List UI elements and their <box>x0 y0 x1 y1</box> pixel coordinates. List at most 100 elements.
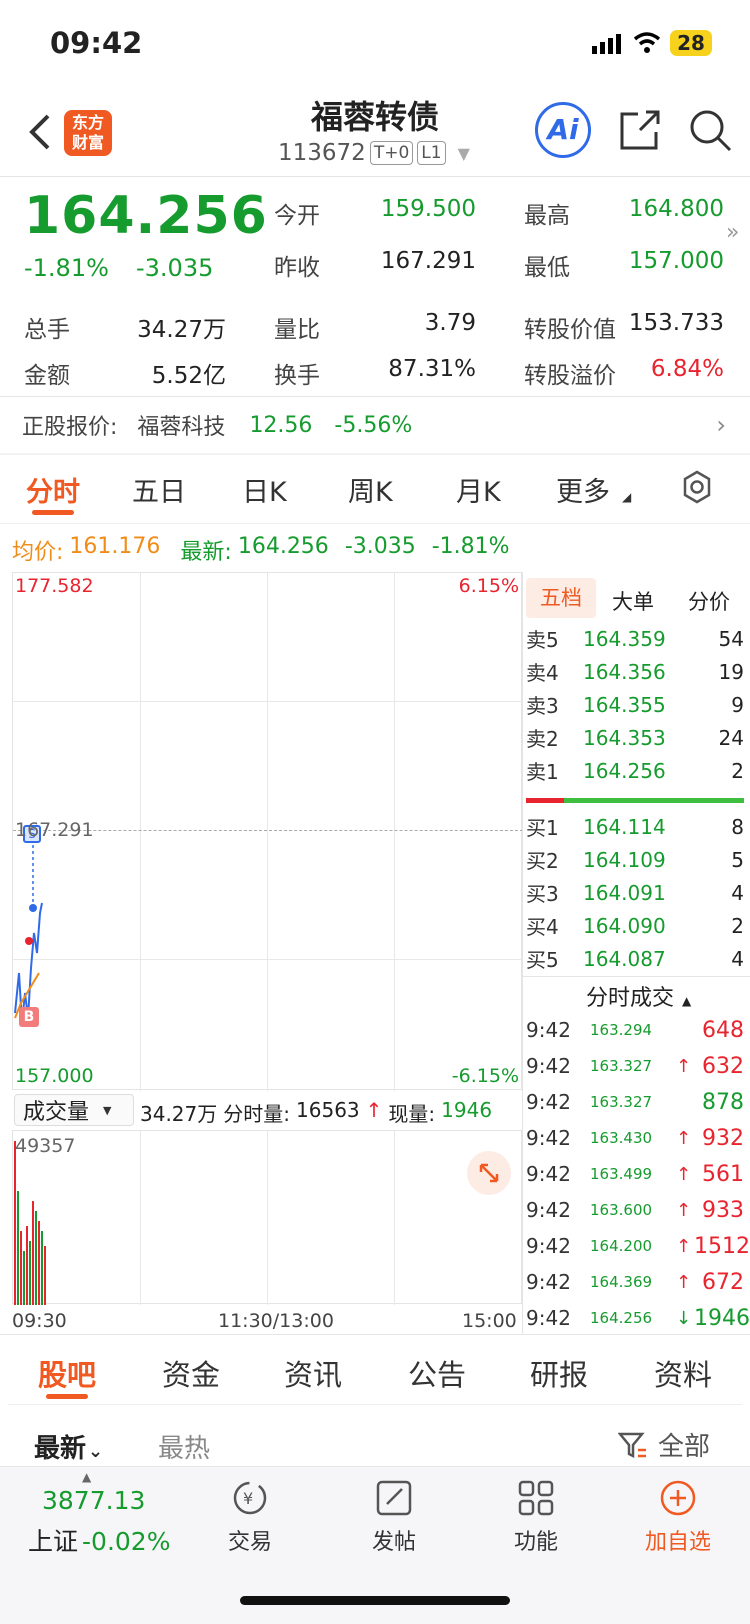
tab-price-dist[interactable]: 分价 <box>688 586 730 616</box>
chart-min-pct: -6.15% <box>451 1065 519 1087</box>
tab-profile[interactable]: 资料 <box>654 1352 712 1394</box>
tab-forum[interactable]: 股吧 <box>38 1352 96 1394</box>
trade-row: 9:42 164.200 ↑ 1512 <box>526 1233 750 1259</box>
tab-news[interactable]: 资讯 <box>284 1352 342 1394</box>
price-chart[interactable]: S B 177.582 6.15% 167.291 157.000 -6.15% <box>12 572 523 1091</box>
divider <box>0 453 750 455</box>
trade-row: 9:42 164.369 ↑ 672 <box>526 1269 744 1295</box>
divider <box>8 1404 742 1405</box>
expand-button[interactable] <box>467 1151 511 1195</box>
filter-button[interactable]: 全部 <box>618 1426 710 1463</box>
chart-max-pct: 6.15% <box>458 575 519 597</box>
edit-icon <box>376 1480 412 1516</box>
index-ticker[interactable]: ▲ 3877.13 上证 -0.02% <box>22 1470 182 1560</box>
latest-price: 164.256 <box>237 534 329 559</box>
volume-selector[interactable]: 成交量 ▼ <box>14 1094 134 1126</box>
vol-ratio-value: 3.79 <box>424 310 476 336</box>
dock-trade[interactable]: ¥ 交易 <box>218 1478 282 1556</box>
tab-five-level[interactable]: 五档 <box>526 578 596 618</box>
price-change: -3.035 <box>136 254 214 282</box>
tab-weekly-k[interactable]: 周K <box>348 470 393 509</box>
signal-icon <box>592 34 624 54</box>
vol-ratio-label: 量比 <box>274 317 320 343</box>
bid-row: 买4 164.090 2 <box>526 913 744 940</box>
caret-up-icon: ▲ <box>82 1470 92 1484</box>
chart-max: 177.582 <box>15 575 94 597</box>
tab-daily-k[interactable]: 日K <box>242 470 287 509</box>
divider <box>522 572 523 1334</box>
plus-circle-icon <box>660 1480 696 1516</box>
dock-add-watchlist[interactable]: 加自选 <box>640 1478 716 1556</box>
security-code: 113672 <box>278 140 366 166</box>
volume-value: 34.27万 <box>137 317 226 343</box>
chart-info-row: 均价: 161.176 最新: 164.256 -3.035 -1.81% <box>12 534 510 565</box>
trade-row: 9:42 163.294 648 <box>526 1017 744 1043</box>
avg-price: 161.176 <box>69 534 161 559</box>
svg-text:¥: ¥ <box>243 1489 253 1508</box>
code-row[interactable]: 113672 T+0 L1 ▼ <box>278 140 470 166</box>
dock-functions[interactable]: 功能 <box>504 1478 568 1556</box>
tag-l1: L1 <box>417 141 446 165</box>
share-button[interactable] <box>618 108 662 152</box>
dropdown-caret-icon: ▼ <box>457 143 470 163</box>
more-caret-icon: ◢ <box>622 490 632 504</box>
tab-announcements[interactable]: 公告 <box>408 1352 466 1394</box>
volume-bars <box>14 1141 46 1305</box>
chevron-right-icon[interactable]: » <box>726 220 739 245</box>
low-value: 157.000 <box>628 248 724 274</box>
depth-bar <box>526 798 744 803</box>
open-value: 159.500 <box>380 196 476 222</box>
gear-icon <box>683 470 711 504</box>
turnover-label: 换手 <box>274 363 320 389</box>
conv-value-value: 153.733 <box>628 310 724 336</box>
underlying-pct: -5.56% <box>334 412 413 438</box>
latest-pct: -1.81% <box>431 534 510 559</box>
battery-indicator: 28 <box>670 30 712 56</box>
tab-intraday[interactable]: 分时 <box>26 470 80 509</box>
status-time: 09:42 <box>50 26 143 60</box>
chart-min: 157.000 <box>15 1065 94 1087</box>
search-icon <box>690 110 732 152</box>
share-icon <box>620 110 660 150</box>
underlying-stock-row[interactable]: 正股报价: 福蓉科技 12.56 -5.56% › <box>0 397 750 453</box>
underlying-name: 福蓉科技 <box>137 415 226 440</box>
latest-change: -3.035 <box>344 534 416 559</box>
chart-ref: 167.291 <box>15 819 94 841</box>
search-button[interactable] <box>688 108 732 152</box>
divider <box>0 176 750 177</box>
tab-monthly-k[interactable]: 月K <box>456 470 501 509</box>
bid-row: 买3 164.091 4 <box>526 880 744 907</box>
ai-button[interactable]: Ai <box>535 102 591 158</box>
divider <box>0 1334 750 1335</box>
wifi-icon <box>632 30 662 54</box>
trade-icon: ¥ <box>233 1481 267 1515</box>
ask-row: 卖3 164.355 9 <box>526 692 744 719</box>
ask-row: 卖1 164.256 2 <box>526 758 744 785</box>
tab-big-order[interactable]: 大单 <box>612 586 654 616</box>
volume-label: 总手 <box>24 317 70 343</box>
underlying-label: 正股报价: <box>22 415 118 440</box>
volume-max: 49357 <box>15 1135 76 1157</box>
divider <box>0 523 750 524</box>
tab-research[interactable]: 研报 <box>530 1352 588 1394</box>
turnover-value: 87.31% <box>388 356 476 382</box>
bid-row: 买1 164.114 8 <box>526 814 744 841</box>
tab-5day[interactable]: 五日 <box>132 470 186 509</box>
settings-button[interactable] <box>680 470 714 504</box>
grid-icon <box>518 1480 554 1516</box>
open-label: 今开 <box>274 203 320 229</box>
tab-more[interactable]: 更多 <box>556 470 610 509</box>
sort-hot[interactable]: 最热 <box>158 1428 210 1465</box>
index-pct: -0.02% <box>82 1527 171 1556</box>
home-indicator <box>240 1596 510 1605</box>
dock-post[interactable]: 发帖 <box>362 1478 426 1556</box>
sort-latest[interactable]: 最新 ⌄ <box>34 1428 103 1465</box>
chevron-right-icon: › <box>716 411 726 439</box>
high-value: 164.800 <box>628 196 724 222</box>
last-price: 164.256 <box>24 186 268 246</box>
conv-value-label: 转股价值 <box>524 317 616 343</box>
trades-header[interactable]: 分时成交 ▲ <box>586 980 691 1012</box>
tab-funds[interactable]: 资金 <box>162 1352 220 1394</box>
volume-chart[interactable]: 49357 <box>12 1130 522 1305</box>
time-end: 15:00 <box>462 1310 517 1332</box>
